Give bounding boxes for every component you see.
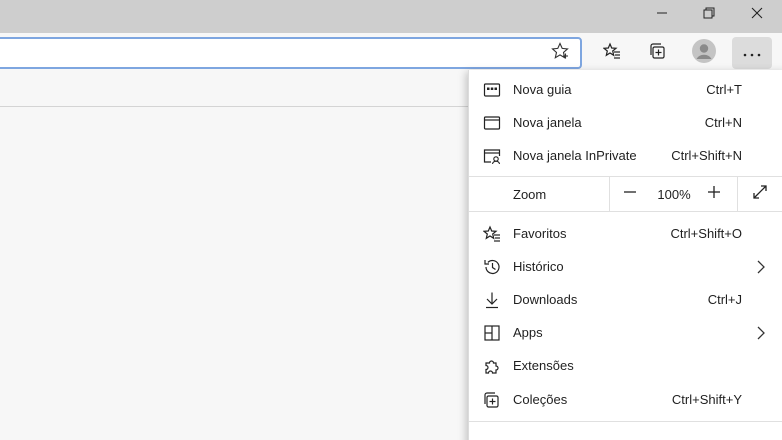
menu-item-apps[interactable]: Apps <box>469 316 782 349</box>
favorites-button[interactable] <box>594 37 630 69</box>
close-button[interactable] <box>734 0 780 30</box>
zoom-label: Zoom <box>513 187 547 202</box>
menu-separator <box>469 421 782 422</box>
menu-item-shortcut: Ctrl+Shift+O <box>670 226 742 241</box>
chevron-right-icon <box>753 259 769 275</box>
menu-item-shortcut: Ctrl+T <box>706 82 742 97</box>
menu-item-new-window[interactable]: Nova janela Ctrl+N <box>469 106 782 139</box>
zoom-row: Zoom 100% <box>469 177 782 211</box>
more-icon <box>743 44 761 62</box>
menu-item-label: Downloads <box>513 292 578 307</box>
menu-item-shortcut: Ctrl+Shift+Y <box>671 392 742 407</box>
menu-item-label: Extensões <box>513 358 574 373</box>
favorite-star-icon <box>551 41 569 65</box>
menu-separator <box>469 211 782 212</box>
favorites-list-icon <box>482 224 502 244</box>
menu-item-extensions[interactable]: Extensões <box>469 349 782 382</box>
restore-button[interactable] <box>686 0 732 30</box>
zoom-in-button[interactable] <box>701 177 727 211</box>
collections-icon <box>649 42 667 65</box>
menu-item-favorites[interactable]: Favoritos Ctrl+Shift+O <box>469 217 782 250</box>
restore-icon <box>703 6 715 24</box>
menu-item-label: Histórico <box>513 259 564 274</box>
menu-item-label: Coleções <box>513 392 568 407</box>
menu-item-shortcut: Ctrl+Shift+N <box>671 148 742 163</box>
menu-item-collections[interactable]: Coleções Ctrl+Shift+Y <box>469 383 782 416</box>
collections-button[interactable] <box>640 37 676 69</box>
menu-item-label: Nova guia <box>513 82 572 97</box>
page-area <box>0 73 470 106</box>
menu-item-new-tab[interactable]: Nova guia Ctrl+T <box>469 73 782 106</box>
fullscreen-button[interactable] <box>745 177 775 211</box>
zoom-plus-icon <box>707 185 721 204</box>
menu-item-label: Nova janela <box>513 115 582 130</box>
settings-menu: Nova guia Ctrl+T Nova janela Ctrl+N Nova… <box>468 70 782 440</box>
browser-toolbar <box>0 33 782 73</box>
apps-icon <box>482 323 502 343</box>
add-favorite-button[interactable] <box>542 37 578 69</box>
menu-item-shortcut: Ctrl+N <box>704 115 742 130</box>
minimize-button[interactable] <box>639 0 685 30</box>
new-window-icon <box>482 113 502 133</box>
menu-item-label: Apps <box>513 325 543 340</box>
menu-item-shortcut: Ctrl+J <box>707 292 742 307</box>
title-bar <box>0 0 782 33</box>
fullscreen-icon <box>752 184 768 205</box>
extensions-icon <box>482 356 502 376</box>
collections-menu-icon <box>482 390 502 410</box>
menu-item-downloads[interactable]: Downloads Ctrl+J <box>469 283 782 316</box>
inprivate-icon <box>482 146 502 166</box>
chevron-right-icon <box>753 325 769 341</box>
menu-item-label: Nova janela InPrivate <box>513 148 637 163</box>
new-tab-icon <box>482 80 502 100</box>
address-bar[interactable] <box>0 37 582 69</box>
menu-item-label: Favoritos <box>513 226 567 241</box>
zoom-out-button[interactable] <box>617 177 643 211</box>
divider <box>0 106 470 107</box>
zoom-divider <box>737 177 738 211</box>
menu-item-new-inprivate[interactable]: Nova janela InPrivate Ctrl+Shift+N <box>469 139 782 172</box>
profile-button[interactable] <box>686 37 722 69</box>
zoom-divider <box>609 177 610 211</box>
favorites-icon <box>602 41 621 65</box>
zoom-minus-icon <box>623 185 637 204</box>
minimize-icon <box>656 6 668 24</box>
more-button[interactable] <box>732 37 772 69</box>
menu-item-history[interactable]: Histórico <box>469 250 782 283</box>
download-icon <box>482 290 502 310</box>
history-icon <box>482 257 502 277</box>
zoom-value: 100% <box>657 187 691 202</box>
profile-avatar-icon <box>692 38 716 68</box>
close-icon <box>751 6 763 24</box>
